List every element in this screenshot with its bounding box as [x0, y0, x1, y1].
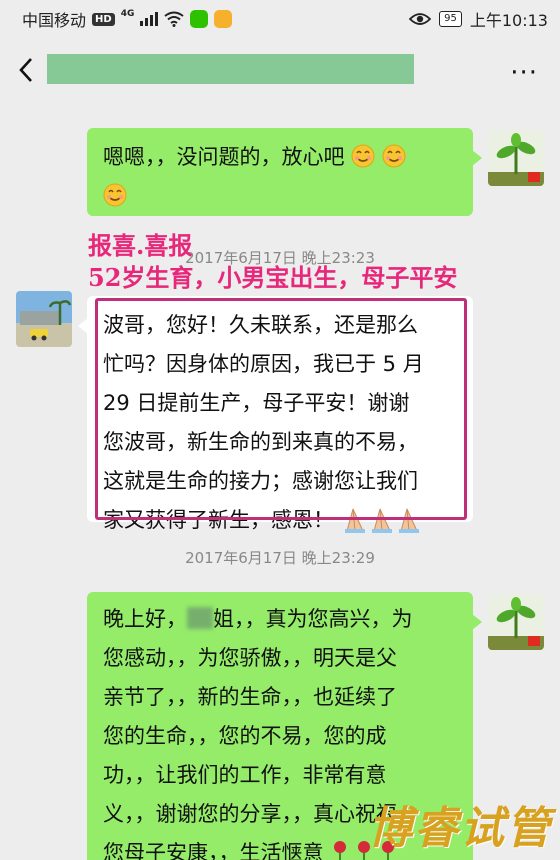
message-bubble-mine[interactable]: 嗯嗯，，没问题的，放心吧	[87, 128, 482, 216]
more-options-button[interactable]: ···	[510, 58, 538, 88]
back-button[interactable]	[16, 56, 44, 88]
app-notification-icon	[214, 10, 233, 28]
chat-title-redacted	[47, 54, 414, 84]
watermark: 博睿试管	[368, 803, 552, 854]
smile-emoji-icon	[382, 144, 406, 168]
clock-label: 上午10:13	[469, 11, 548, 30]
redacted-name	[187, 607, 213, 629]
battery-indicator: 95	[439, 11, 462, 27]
contact-avatar[interactable]	[16, 291, 72, 347]
highlight-frame	[95, 298, 467, 520]
plant-avatar-icon	[488, 130, 544, 186]
announcement-title: 报喜.喜报	[88, 231, 193, 260]
plant-avatar-icon	[488, 594, 544, 650]
beach-avatar-icon	[16, 291, 72, 347]
status-bar: 中国移动 HD 4G 95 上午10:13	[0, 0, 560, 38]
signal-icon	[140, 12, 159, 26]
my-avatar[interactable]	[488, 130, 544, 186]
network-type-label: 4G	[120, 9, 135, 19]
smile-emoji-icon	[103, 183, 127, 207]
my-avatar[interactable]	[488, 594, 544, 650]
carrier-label: 中国移动	[22, 11, 87, 30]
eye-icon	[409, 13, 432, 25]
chevron-left-icon	[19, 58, 32, 82]
message-text: 嗯嗯，，没问题的，放心吧	[103, 138, 457, 177]
more-dots-icon: ···	[510, 58, 538, 88]
wechat-notification-icon	[190, 10, 209, 28]
message-timestamp: 2017年6月17日 晚上23:29	[185, 549, 375, 567]
wifi-icon	[164, 11, 184, 27]
smile-emoji-icon	[351, 144, 375, 168]
hd-badge: HD	[92, 12, 115, 26]
chat-header: ···	[0, 38, 560, 104]
announcement-subtitle: 52岁生育，小男宝出生，母子平安	[88, 263, 458, 292]
